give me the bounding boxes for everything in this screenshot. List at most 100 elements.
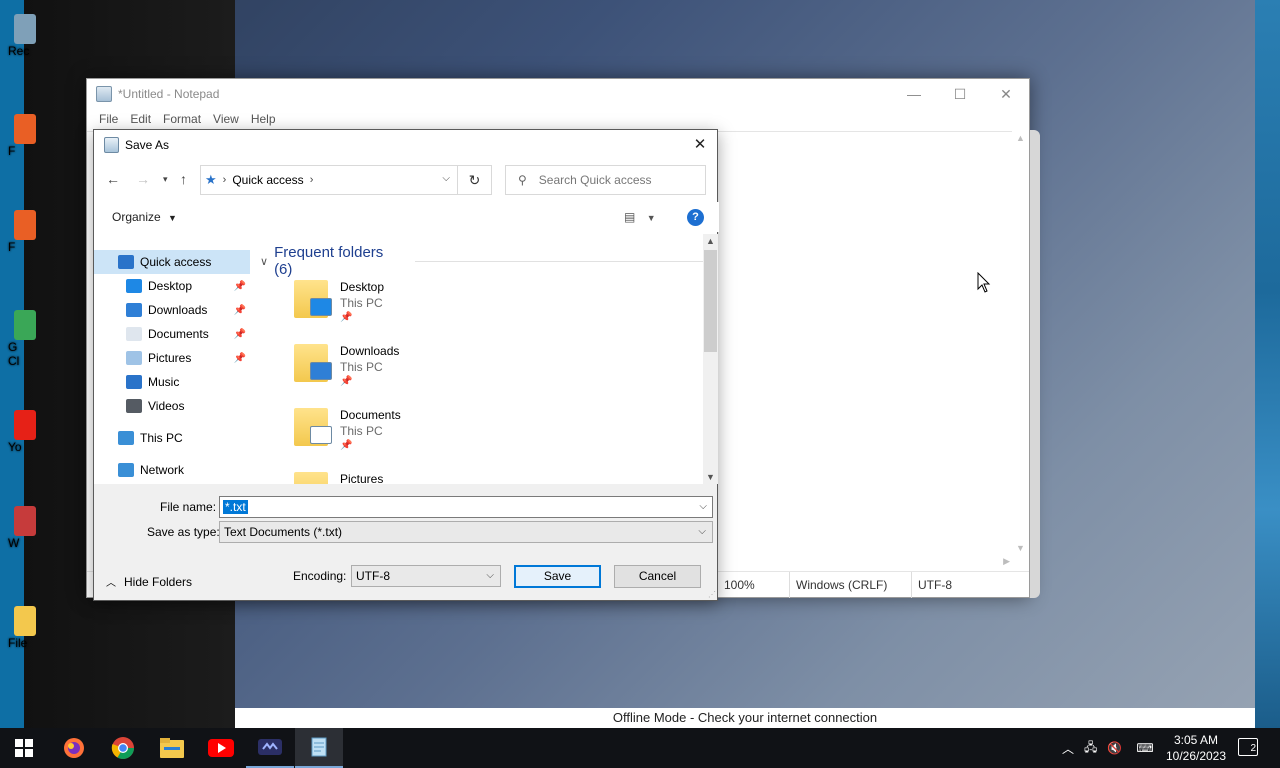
group-title: Frequent folders (6) [274, 244, 384, 278]
desktop-shortcut-icon [14, 506, 36, 536]
file-name-input[interactable]: *.txt ⌵ [219, 496, 713, 518]
scroll-up-icon[interactable]: ▲ [706, 236, 715, 246]
notepad-taskbar-button[interactable] [295, 728, 343, 768]
folder-name: Pictures [340, 472, 384, 484]
network-status-icon[interactable]: 🖧 [1084, 738, 1097, 759]
firefox-taskbar-button[interactable] [50, 728, 98, 768]
document-icon [126, 327, 142, 341]
menu-edit[interactable]: Edit [124, 112, 157, 126]
search-input[interactable]: ⚲ Search Quick access [505, 165, 706, 195]
file-name-label: File name: [160, 500, 217, 514]
content-vertical-scrollbar[interactable]: ▲ ▼ [703, 234, 718, 484]
chevron-down-icon[interactable]: ⌵ [442, 173, 450, 184]
scroll-down-icon[interactable]: ▼ [706, 472, 715, 482]
nav-item-videos[interactable]: Videos [94, 394, 250, 418]
close-icon[interactable]: ✕ [983, 79, 1029, 109]
desktop-shortcut[interactable]: W [4, 506, 38, 550]
menu-file[interactable]: File [93, 112, 124, 126]
address-bar[interactable]: ★ › Quick access › ⌵ [200, 165, 458, 195]
download-icon [126, 303, 142, 317]
menu-format[interactable]: Format [157, 112, 207, 126]
folder-tile-desktop[interactable]: Desktop This PC 📌 [294, 274, 534, 334]
up-arrow-icon[interactable]: ↑ [180, 171, 187, 187]
breadcrumb-chevron-icon[interactable]: › [310, 174, 314, 186]
taskbar-clock[interactable]: 3:05 AM 10/26/2023 [1160, 732, 1232, 764]
cancel-button[interactable]: Cancel [614, 565, 701, 588]
notepad-horizontal-scrollbar[interactable]: ▶ [717, 555, 1012, 571]
nav-item-music[interactable]: Music [94, 370, 250, 394]
desktop-shortcut-label: W [8, 536, 20, 550]
file-explorer-taskbar-button[interactable] [148, 728, 196, 768]
keyboard-icon[interactable]: ⌨ [1136, 741, 1153, 755]
nav-item-desktop[interactable]: Desktop 📌 [94, 274, 250, 298]
start-button[interactable] [0, 728, 48, 768]
desktop-shortcut[interactable]: File [4, 606, 38, 650]
breadcrumb-quick-access[interactable]: Quick access [232, 173, 303, 187]
desktop-icon [126, 279, 142, 293]
collapse-chevron-icon[interactable]: ∨ [260, 255, 268, 268]
folder-tile-downloads[interactable]: Downloads This PC 📌 [294, 338, 534, 398]
hide-folders-button[interactable]: ︿ Hide Folders [106, 574, 192, 590]
folder-location: This PC [340, 424, 383, 438]
nav-item-label: Pictures [148, 351, 192, 365]
media-app-icon [258, 739, 282, 755]
desktop-shortcut[interactable]: Yo [4, 410, 38, 454]
menu-view[interactable]: View [207, 112, 245, 126]
scroll-down-icon[interactable]: ▼ [1016, 543, 1025, 553]
status-encoding: UTF-8 [911, 572, 1031, 598]
pin-icon: 📌 [233, 328, 246, 340]
organize-button[interactable]: Organize ▼ [112, 210, 177, 224]
youtube-icon [208, 739, 234, 757]
folder-tile-pictures[interactable]: PicturesThis PC📌 [294, 466, 534, 484]
volume-muted-icon[interactable]: 🔇 [1107, 741, 1122, 755]
notification-center-icon[interactable]: 2 [1238, 738, 1258, 756]
folder-tile-documents[interactable]: Documents This PC 📌 [294, 402, 534, 462]
nav-item-pictures[interactable]: Pictures 📌 [94, 346, 250, 370]
folder-name: Desktop [340, 280, 385, 294]
dialog-form-area: File name: *.txt ⌵ Save as type: Text Do… [94, 484, 717, 600]
frequent-folders-header[interactable]: ∨ Frequent folders (6) [260, 244, 703, 278]
refresh-button[interactable]: ↻ [458, 165, 492, 195]
chevron-down-icon[interactable]: ⌵ [699, 497, 707, 517]
chevron-down-icon: ⌵ [486, 570, 494, 581]
media-app-taskbar-button[interactable] [246, 728, 294, 768]
scrollbar-thumb[interactable] [704, 250, 717, 352]
close-icon[interactable]: ✕ [689, 134, 711, 156]
notepad-titlebar: *Untitled - Notepad — ☐ ✕ [87, 79, 1029, 109]
recent-locations-chevron-icon[interactable]: ▾ [163, 174, 168, 185]
desktop-shortcut[interactable]: F [4, 114, 38, 158]
nav-item-network[interactable]: Network [94, 458, 250, 482]
notepad-vertical-scrollbar[interactable]: ▲ ▼ [1012, 131, 1029, 555]
minimize-icon[interactable]: — [891, 79, 937, 109]
desktop-shortcut[interactable]: G Cl [4, 310, 38, 368]
menu-help[interactable]: Help [245, 112, 282, 126]
nav-item-downloads[interactable]: Downloads 📌 [94, 298, 250, 322]
windows-logo-icon [15, 739, 33, 757]
show-hidden-icons-chevron-icon[interactable]: ︿ [1062, 740, 1074, 757]
nav-item-this-pc[interactable]: This PC [94, 426, 250, 450]
scroll-right-icon[interactable]: ▶ [1003, 556, 1010, 567]
back-arrow-icon[interactable]: ← [106, 171, 120, 187]
folder-name: Documents [340, 408, 401, 422]
resize-grip-icon[interactable]: ⋰ [708, 590, 716, 599]
maximize-icon[interactable]: ☐ [937, 79, 983, 109]
change-view-button[interactable]: ▤ ▼ [624, 210, 656, 224]
help-icon[interactable]: ? [687, 209, 704, 226]
chrome-taskbar-button[interactable] [99, 728, 147, 768]
nav-item-quick-access[interactable]: Quick access [94, 250, 250, 274]
save-as-type-select[interactable]: Text Documents (*.txt) ⌵ [219, 521, 713, 543]
save-button[interactable]: Save [514, 565, 601, 588]
youtube-taskbar-button[interactable] [197, 728, 245, 768]
pin-icon: 📌 [233, 304, 246, 316]
desktop-shortcut[interactable]: Rec [4, 14, 38, 58]
scroll-up-icon[interactable]: ▲ [1016, 133, 1025, 143]
desktop-shortcut[interactable]: F [4, 210, 38, 254]
navigation-pane: Quick access Desktop 📌 Downloads 📌 Documents 📌… [94, 234, 254, 484]
dialog-titlebar: Save As ✕ [94, 130, 717, 160]
folder-icon [294, 472, 328, 484]
nav-item-documents[interactable]: Documents 📌 [94, 322, 250, 346]
encoding-select[interactable]: UTF-8 ⌵ [351, 565, 501, 587]
organize-label: Organize [112, 210, 161, 224]
nav-item-label: Videos [148, 399, 185, 413]
forward-arrow-icon[interactable]: → [136, 171, 150, 187]
